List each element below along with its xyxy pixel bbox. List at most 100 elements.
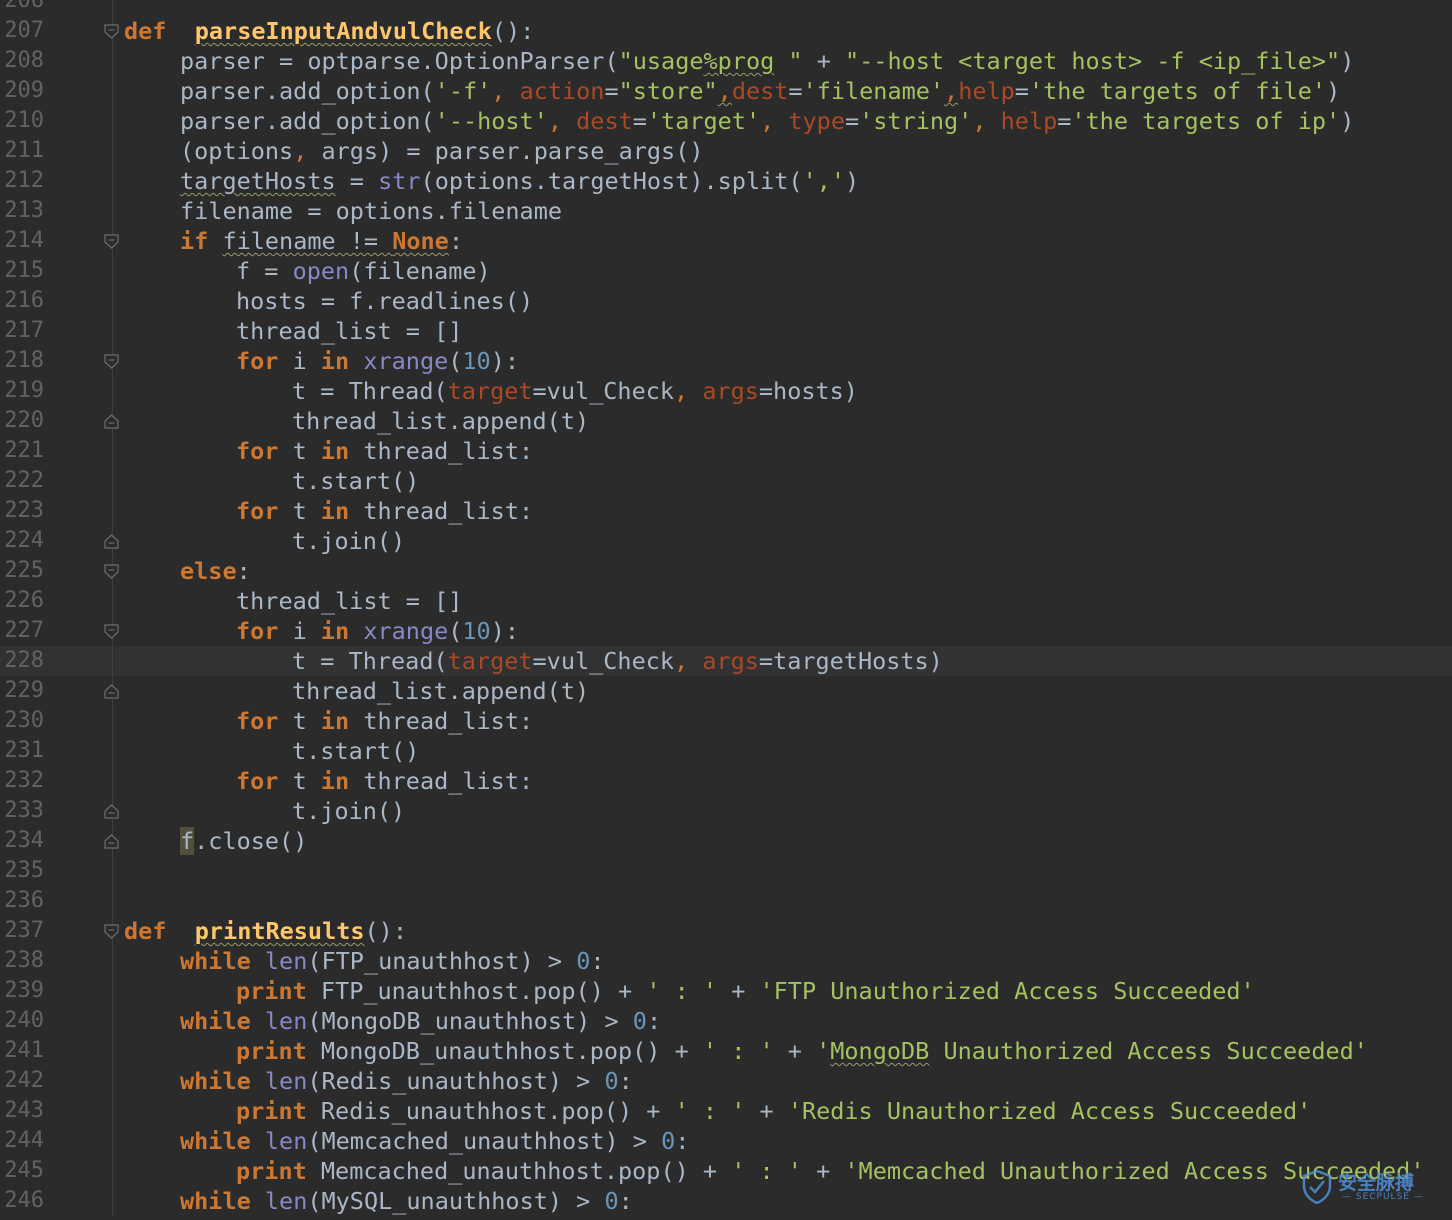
fold-open-icon[interactable] (104, 924, 119, 939)
line-number: 224 (4, 528, 44, 553)
code-line[interactable]: 243 print Redis_unauthhost.pop() + ' : ' … (0, 1096, 1452, 1126)
code-text[interactable]: def printResults(): (124, 916, 407, 946)
code-line[interactable]: 217 thread_list = [] (0, 316, 1452, 346)
code-line[interactable]: 232 for t in thread_list: (0, 766, 1452, 796)
code-text[interactable]: else: (180, 556, 251, 586)
code-text[interactable]: hosts = f.readlines() (236, 286, 533, 316)
code-line[interactable]: 228 t = Thread(target=vul_Check, args=tar… (0, 646, 1452, 676)
code-text[interactable]: t = Thread(target=vul_Check, args=hosts) (292, 376, 858, 406)
code-line[interactable]: 214 if filename != None: (0, 226, 1452, 256)
code-line[interactable]: 211 (options, args) = parser.parse_args() (0, 136, 1452, 166)
code-line[interactable]: 212 targetHosts = str(options.targetHost)… (0, 166, 1452, 196)
code-text[interactable]: thread_list.append(t) (292, 406, 589, 436)
fold-open-icon[interactable] (104, 564, 119, 579)
fold-close-icon[interactable] (104, 804, 119, 819)
code-text[interactable]: while len(Memcached_unauthhost) > 0: (180, 1126, 689, 1156)
fold-close-icon[interactable] (104, 534, 119, 549)
code-line[interactable]: 240 while len(MongoDB_unauthhost) > 0: (0, 1006, 1452, 1036)
code-line[interactable]: 236 (0, 886, 1452, 916)
code-line[interactable]: 220 thread_list.append(t) (0, 406, 1452, 436)
code-text[interactable]: targetHosts = str(options.targetHost).sp… (180, 166, 859, 196)
code-text[interactable]: parser.add_option('-f', action="store",d… (180, 76, 1340, 106)
fold-open-icon[interactable] (104, 24, 119, 39)
code-text[interactable]: parser.add_option('--host', dest='target… (180, 106, 1354, 136)
code-text[interactable]: def parseInputAndvulCheck(): (124, 16, 534, 46)
code-text[interactable]: print Memcached_unauthhost.pop() + ' : '… (236, 1156, 1424, 1186)
code-text[interactable]: parser = optparse.OptionParser("usage%pr… (180, 46, 1354, 76)
code-line[interactable]: 242 while len(Redis_unauthhost) > 0: (0, 1066, 1452, 1096)
line-number: 222 (4, 468, 44, 493)
code-line[interactable]: 229 thread_list.append(t) (0, 676, 1452, 706)
fold-open-icon[interactable] (104, 234, 119, 249)
code-line[interactable]: 233 t.join() (0, 796, 1452, 826)
code-line[interactable]: 230 for t in thread_list: (0, 706, 1452, 736)
code-line[interactable]: 227 for i in xrange(10): (0, 616, 1452, 646)
code-line[interactable]: 238 while len(FTP_unauthhost) > 0: (0, 946, 1452, 976)
code-line[interactable]: 206 (0, 0, 1452, 16)
code-line[interactable]: 223 for t in thread_list: (0, 496, 1452, 526)
code-line[interactable]: 237 def printResults(): (0, 916, 1452, 946)
code-line[interactable]: 231 t.start() (0, 736, 1452, 766)
code-line[interactable]: 224 t.join() (0, 526, 1452, 556)
gutter-separator (112, 436, 113, 466)
fold-open-icon[interactable] (104, 624, 119, 639)
code-text[interactable]: t.join() (292, 796, 405, 826)
code-text[interactable]: t = Thread(target=vul_Check, args=target… (292, 646, 943, 676)
code-token: 0 (661, 1127, 676, 1155)
code-line[interactable]: 226 thread_list = [] (0, 586, 1452, 616)
code-text[interactable]: while len(MongoDB_unauthhost) > 0: (180, 1006, 661, 1036)
code-text[interactable]: thread_list = [] (236, 316, 462, 346)
code-line[interactable]: 235 (0, 856, 1452, 886)
code-line[interactable]: 219 t = Thread(target=vul_Check, args=hos… (0, 376, 1452, 406)
code-line[interactable]: 218 for i in xrange(10): (0, 346, 1452, 376)
code-text[interactable]: f = open(filename) (236, 256, 491, 286)
watermark-title: 安全脉搏 (1338, 1172, 1415, 1194)
code-line[interactable]: 210 parser.add_option('--host', dest='tar… (0, 106, 1452, 136)
code-token: t.join() (292, 527, 406, 555)
code-line[interactable]: 244 while len(Memcached_unauthhost) > 0: (0, 1126, 1452, 1156)
code-text[interactable]: if filename != None: (180, 226, 463, 256)
code-line[interactable]: 239 print FTP_unauthhost.pop() + ' : ' + … (0, 976, 1452, 1006)
code-line[interactable]: 245 print Memcached_unauthhost.pop() + ' … (0, 1156, 1452, 1186)
code-text[interactable]: for t in thread_list: (236, 496, 533, 526)
code-text[interactable]: t.start() (292, 736, 419, 766)
code-text[interactable]: while len(FTP_unauthhost) > 0: (180, 946, 605, 976)
code-line[interactable]: 209 parser.add_option('-f', action="store… (0, 76, 1452, 106)
code-text[interactable]: t.start() (292, 466, 419, 496)
code-text[interactable]: t.join() (292, 526, 405, 556)
code-line[interactable]: 208 parser = optparse.OptionParser("usage… (0, 46, 1452, 76)
fold-close-icon[interactable] (104, 414, 119, 429)
code-token: = (844, 107, 860, 135)
code-line[interactable]: 222 t.start() (0, 466, 1452, 496)
code-text[interactable]: for t in thread_list: (236, 766, 533, 796)
line-number: 245 (4, 1158, 44, 1183)
code-text[interactable]: (options, args) = parser.parse_args() (180, 136, 704, 166)
code-editor[interactable]: 206 207 def parseInputAndvulCheck(): 208 par… (0, 0, 1452, 1216)
fold-open-icon[interactable] (104, 354, 119, 369)
code-token: Memcached_unauthhost.pop() + (306, 1157, 732, 1185)
code-text[interactable]: print Redis_unauthhost.pop() + ' : ' + '… (236, 1096, 1311, 1126)
code-line[interactable]: 221 for t in thread_list: (0, 436, 1452, 466)
fold-close-icon[interactable] (104, 684, 119, 699)
code-line[interactable]: 234 f.close() (0, 826, 1452, 856)
code-text[interactable]: f.close() (180, 826, 307, 856)
code-line[interactable]: 213 filename = options.filename (0, 196, 1452, 226)
code-line[interactable]: 246 while len(MySQL_unauthhost) > 0: (0, 1186, 1452, 1216)
code-text[interactable]: thread_list = [] (236, 586, 462, 616)
code-text[interactable]: filename = options.filename (180, 196, 562, 226)
code-text[interactable]: print MongoDB_unauthhost.pop() + ' : ' +… (236, 1036, 1368, 1066)
code-line[interactable]: 225 else: (0, 556, 1452, 586)
code-text[interactable]: for t in thread_list: (236, 436, 533, 466)
code-text[interactable]: for i in xrange(10): (236, 616, 519, 646)
code-text[interactable]: print FTP_unauthhost.pop() + ' : ' + 'FT… (236, 976, 1255, 1006)
code-text[interactable]: thread_list.append(t) (292, 676, 589, 706)
code-line[interactable]: 216 hosts = f.readlines() (0, 286, 1452, 316)
fold-close-icon[interactable] (104, 834, 119, 849)
code-text[interactable]: while len(MySQL_unauthhost) > 0: (180, 1186, 633, 1216)
code-line[interactable]: 241 print MongoDB_unauthhost.pop() + ' : … (0, 1036, 1452, 1066)
code-text[interactable]: for t in thread_list: (236, 706, 533, 736)
code-line[interactable]: 207 def parseInputAndvulCheck(): (0, 16, 1452, 46)
code-line[interactable]: 215 f = open(filename) (0, 256, 1452, 286)
code-text[interactable]: while len(Redis_unauthhost) > 0: (180, 1066, 633, 1096)
code-text[interactable]: for i in xrange(10): (236, 346, 519, 376)
